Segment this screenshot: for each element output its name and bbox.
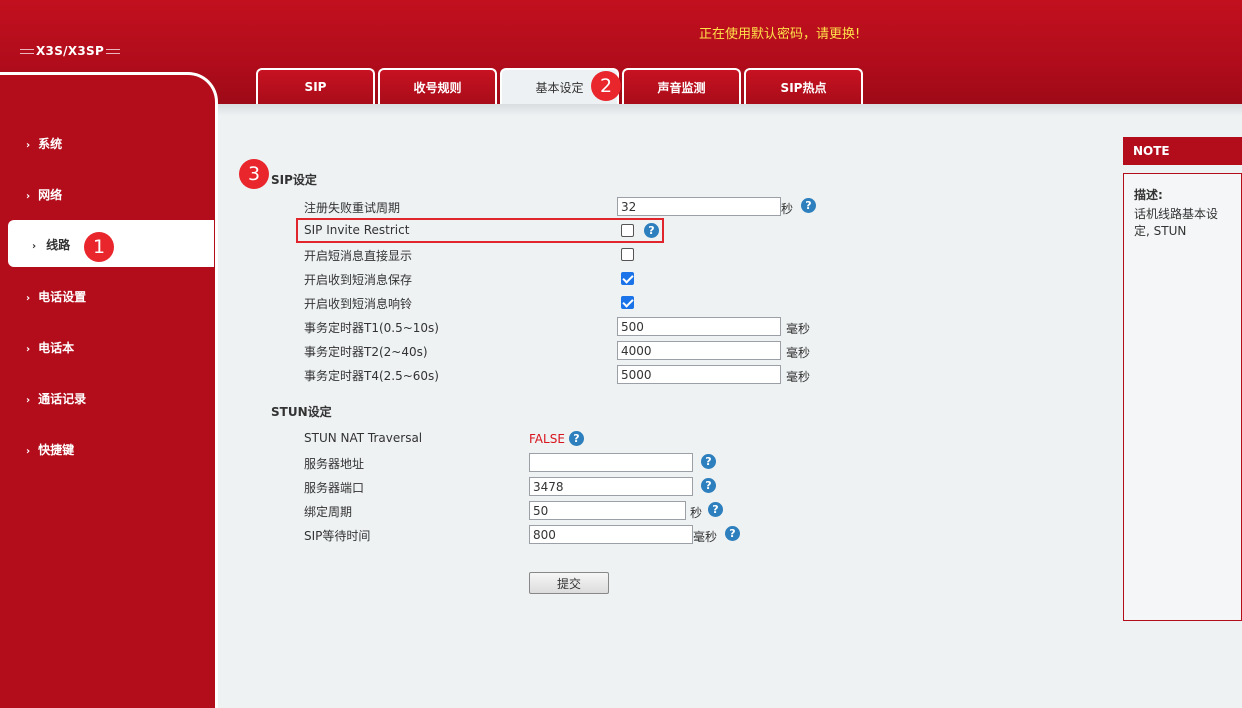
timer-t1-unit: 毫秒 <box>786 322 811 336</box>
stun-server-input[interactable] <box>529 453 693 472</box>
annotation-badge-1: 1 <box>84 232 114 262</box>
timer-t1-input[interactable] <box>617 317 781 336</box>
timer-t4-label: 事务定时器T4(2.5~60s) <box>304 369 439 383</box>
register-retry-unit: 秒 <box>781 202 794 216</box>
sidebar-item-label: 快捷键 <box>38 443 75 457</box>
bind-period-unit: 秒 <box>690 506 703 520</box>
annotation-badge-2: 2 <box>591 71 621 101</box>
sip-wait-unit: 毫秒 <box>693 530 718 544</box>
annotation-badge-3: 3 <box>239 159 269 189</box>
help-icon[interactable]: ? <box>701 478 716 493</box>
register-retry-input[interactable] <box>617 197 781 216</box>
stun-section-title: STUN设定 <box>271 405 332 419</box>
logo-decoration <box>20 49 34 54</box>
logo-decoration <box>106 49 121 54</box>
help-icon[interactable]: ? <box>801 198 816 213</box>
sidebar-item-label: 电话本 <box>38 341 75 355</box>
sidebar-item-label: 电话设置 <box>38 290 87 304</box>
note-heading: 描述: <box>1134 188 1163 202</box>
sidebar-item-label: 通话记录 <box>38 392 87 406</box>
bind-period-label: 绑定周期 <box>304 505 353 519</box>
tab-bar: SIP 收号规则 基本设定 声音监测 SIP热点 <box>256 68 866 104</box>
invite-restrict-checkbox[interactable] <box>621 224 634 237</box>
note-header: NOTE <box>1123 137 1242 165</box>
stun-server-label: 服务器地址 <box>304 457 365 471</box>
sidebar-item-label-text: 线路 <box>46 238 71 252</box>
sidebar-item-label: 网络 <box>38 188 63 202</box>
timer-t4-unit: 毫秒 <box>786 370 811 384</box>
help-icon[interactable]: ? <box>708 502 723 517</box>
register-retry-label: 注册失败重试周期 <box>304 201 401 215</box>
tab-dial-rules[interactable]: 收号规则 <box>378 68 497 104</box>
invite-restrict-label: SIP Invite Restrict <box>304 223 410 237</box>
default-password-warning: 正在使用默认密码，请更换! <box>699 27 861 42</box>
timer-t1-label: 事务定时器T1(0.5~10s) <box>304 321 439 335</box>
submit-button[interactable]: 提交 <box>529 572 609 594</box>
tab-sip[interactable]: SIP <box>256 68 375 104</box>
sidebar-item-label: › 线路 <box>32 236 70 253</box>
model-name: X3S/X3SP <box>36 44 105 58</box>
sip-wait-input[interactable] <box>529 525 693 544</box>
chevron-right-icon: › <box>26 446 31 457</box>
model-logo: X3S/X3SP <box>18 44 122 58</box>
content-area <box>214 104 1242 708</box>
sms-save-checkbox[interactable] <box>621 272 634 285</box>
sip-section-title: SIP设定 <box>271 173 317 187</box>
sidebar-item-phonebook[interactable]: › 电话本 <box>26 339 74 356</box>
sip-wait-label: SIP等待时间 <box>304 529 371 543</box>
sidebar-item-phone-settings[interactable]: › 电话设置 <box>26 288 86 305</box>
sidebar-item-network[interactable]: › 网络 <box>26 186 62 203</box>
timer-t2-input[interactable] <box>617 341 781 360</box>
chevron-right-icon: › <box>26 140 31 151</box>
chevron-right-icon: › <box>26 191 31 202</box>
tab-sip-hotspot[interactable]: SIP热点 <box>744 68 863 104</box>
chevron-right-icon: › <box>26 395 31 406</box>
sidebar-item-shortcuts[interactable]: › 快捷键 <box>26 441 74 458</box>
help-icon[interactable]: ? <box>644 223 659 238</box>
stun-nat-label: STUN NAT Traversal <box>304 431 423 445</box>
stun-port-input[interactable] <box>529 477 693 496</box>
sms-ring-label: 开启收到短消息响铃 <box>304 297 413 311</box>
timer-t2-unit: 毫秒 <box>786 346 811 360</box>
stun-nat-value: FALSE <box>529 432 565 446</box>
sms-save-label: 开启收到短消息保存 <box>304 273 413 287</box>
help-icon[interactable]: ? <box>569 431 584 446</box>
help-icon[interactable]: ? <box>701 454 716 469</box>
chevron-right-icon: › <box>26 293 31 304</box>
timer-t4-input[interactable] <box>617 365 781 384</box>
chevron-right-icon: › <box>26 344 31 355</box>
sidebar-item-system[interactable]: › 系统 <box>26 135 62 152</box>
help-icon[interactable]: ? <box>725 526 740 541</box>
sms-display-checkbox[interactable] <box>621 248 634 261</box>
bind-period-input[interactable] <box>529 501 686 520</box>
note-body: 描述: 话机线路基本设定, STUN <box>1123 173 1242 621</box>
chevron-right-icon: › <box>32 241 37 252</box>
sidebar-item-label: 系统 <box>38 137 63 151</box>
sms-display-label: 开启短消息直接显示 <box>304 249 413 263</box>
note-text: 话机线路基本设定, STUN <box>1134 207 1219 238</box>
stun-port-label: 服务器端口 <box>304 481 365 495</box>
tab-sound-monitor[interactable]: 声音监测 <box>622 68 741 104</box>
timer-t2-label: 事务定时器T2(2~40s) <box>304 345 428 359</box>
sidebar-item-call-log[interactable]: › 通话记录 <box>26 390 86 407</box>
sms-ring-checkbox[interactable] <box>621 296 634 309</box>
content-top-shadow <box>214 104 1242 116</box>
